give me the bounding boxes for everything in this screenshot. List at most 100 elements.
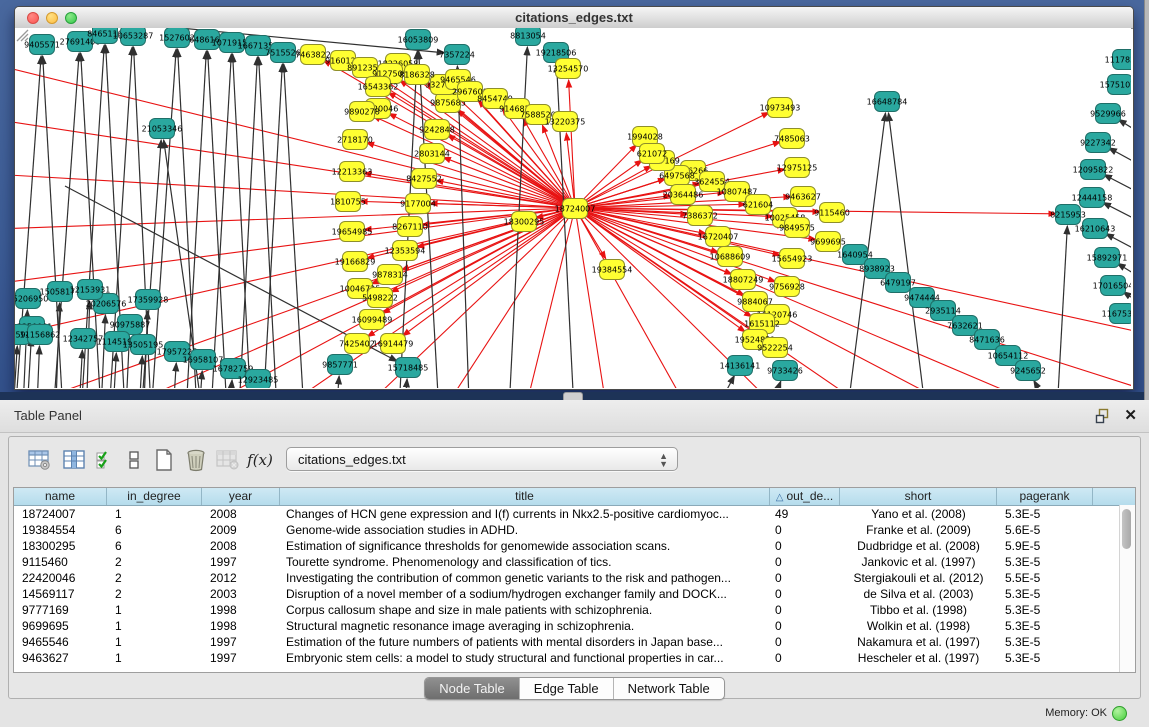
graph-node[interactable]: 9115460 bbox=[819, 202, 845, 223]
table-header-row[interactable]: namein_degreeyeartitle△out_de...shortpag… bbox=[14, 488, 1135, 506]
cell[interactable]: 5.3E-5 bbox=[997, 634, 1093, 650]
cell[interactable]: 9699695 bbox=[14, 618, 107, 634]
graph-node[interactable]: 10973493 bbox=[767, 97, 793, 118]
graph-node[interactable]: 12153931 bbox=[77, 279, 103, 300]
graph-node[interactable]: 12923485 bbox=[245, 369, 271, 388]
cell[interactable]: 5.3E-5 bbox=[997, 586, 1093, 602]
graph-node[interactable]: 9177004 bbox=[405, 193, 431, 214]
graph-node[interactable]: 7386372 bbox=[687, 205, 713, 226]
cell[interactable]: Hescheler et al. (1997) bbox=[840, 650, 997, 666]
cell[interactable]: 1 bbox=[107, 650, 202, 666]
graph-node[interactable]: 7463822 bbox=[300, 44, 326, 65]
cell[interactable]: 0 bbox=[770, 586, 840, 602]
cell[interactable]: 2009 bbox=[202, 522, 280, 538]
cell[interactable]: 5.3E-5 bbox=[997, 650, 1093, 666]
graph-node[interactable]: 12444158 bbox=[1079, 187, 1105, 208]
cell[interactable]: 1998 bbox=[202, 618, 280, 634]
cell[interactable]: Structural magnetic resonance image aver… bbox=[280, 618, 770, 634]
table-row[interactable]: 946362711997Embryonic stem cells: a mode… bbox=[14, 650, 1135, 666]
cell[interactable]: 49 bbox=[770, 506, 840, 522]
graph-node[interactable]: 10653287 bbox=[120, 28, 146, 46]
cell[interactable]: 1997 bbox=[202, 634, 280, 650]
cell[interactable]: 0 bbox=[770, 554, 840, 570]
graph-node[interactable]: 16914479 bbox=[380, 333, 406, 354]
tab-edge-table[interactable]: Edge Table bbox=[520, 678, 614, 699]
network-window-titlebar[interactable]: citations_edges.txt bbox=[15, 7, 1133, 29]
cell[interactable]: Embryonic stem cells: a model to study s… bbox=[280, 650, 770, 666]
graph-node[interactable]: 9699695 bbox=[815, 231, 841, 252]
cell[interactable]: 1 bbox=[107, 602, 202, 618]
table-selector-dropdown[interactable]: citations_edges.txt ▲▼ bbox=[286, 447, 678, 471]
delete-table-button[interactable] bbox=[213, 445, 243, 475]
show-columns-button[interactable] bbox=[59, 445, 89, 475]
cell[interactable]: Estimation of the future numbers of pati… bbox=[280, 634, 770, 650]
cell[interactable]: Genome-wide association studies in ADHD. bbox=[280, 522, 770, 538]
graph-node[interactable]: 13220375 bbox=[552, 111, 578, 132]
cell[interactable]: Stergiakouli et al. (2012) bbox=[840, 570, 997, 586]
network-canvas[interactable]: 9405571276914068465110106532871527602648… bbox=[15, 28, 1131, 388]
table-scrollbar-thumb[interactable] bbox=[1122, 509, 1131, 549]
graph-node[interactable]: 19384554 bbox=[599, 259, 625, 280]
graph-node[interactable]: 12353594 bbox=[392, 240, 418, 261]
graph-node[interactable]: 11156862 bbox=[27, 324, 53, 345]
panel-divider-handle[interactable] bbox=[563, 392, 583, 400]
cell[interactable]: 9463627 bbox=[14, 650, 107, 666]
cell[interactable]: 5.9E-5 bbox=[997, 538, 1093, 554]
graph-node[interactable]: 18300295 bbox=[511, 211, 537, 232]
cell[interactable]: 0 bbox=[770, 570, 840, 586]
graph-node[interactable]: 621604 bbox=[745, 194, 771, 215]
graph-node[interactable]: 10688609 bbox=[717, 246, 743, 267]
cell[interactable]: Investigating the contribution of common… bbox=[280, 570, 770, 586]
graph-node[interactable]: 9756928 bbox=[774, 276, 800, 297]
cell[interactable]: Estimation of significance thresholds fo… bbox=[280, 538, 770, 554]
graph-node[interactable]: 12975125 bbox=[784, 157, 810, 178]
table-scrollbar[interactable] bbox=[1119, 505, 1135, 672]
cell[interactable]: 22420046 bbox=[14, 570, 107, 586]
graph-node[interactable]: 14136141 bbox=[727, 355, 753, 376]
graph-node[interactable]: 16099489 bbox=[359, 309, 385, 330]
cell[interactable]: 0 bbox=[770, 650, 840, 666]
graph-node[interactable]: 16648784 bbox=[874, 91, 900, 112]
table-row[interactable]: 969969511998Structural magnetic resonanc… bbox=[14, 618, 1135, 634]
graph-node[interactable]: 17359928 bbox=[135, 289, 161, 310]
cell[interactable]: 1998 bbox=[202, 602, 280, 618]
tab-node-table[interactable]: Node Table bbox=[425, 678, 520, 699]
cell[interactable]: 0 bbox=[770, 618, 840, 634]
cell[interactable]: 5.5E-5 bbox=[997, 570, 1093, 586]
table-row[interactable]: 1872400712008Changes of HCN gene express… bbox=[14, 506, 1135, 522]
graph-node[interactable]: 7515526 bbox=[270, 42, 296, 63]
graph-node[interactable]: 16543362 bbox=[365, 76, 391, 97]
cell[interactable]: 9465546 bbox=[14, 634, 107, 650]
cell[interactable]: 1997 bbox=[202, 650, 280, 666]
column-header-name[interactable]: name bbox=[14, 488, 107, 505]
cell[interactable]: 5.3E-5 bbox=[997, 554, 1093, 570]
float-panel-button[interactable] bbox=[1095, 408, 1111, 424]
cell[interactable]: 18724007 bbox=[14, 506, 107, 522]
column-header-pagerank[interactable]: pagerank bbox=[997, 488, 1093, 505]
close-panel-button[interactable]: ✕ bbox=[1124, 406, 1137, 424]
column-header-title[interactable]: title bbox=[280, 488, 770, 505]
cell[interactable]: 0 bbox=[770, 602, 840, 618]
cell[interactable]: Yano et al. (2008) bbox=[840, 506, 997, 522]
graph-node[interactable]: 5498222 bbox=[367, 287, 393, 308]
graph-node[interactable]: 8267110 bbox=[397, 216, 423, 237]
cell[interactable]: 2 bbox=[107, 586, 202, 602]
column-header-out_de[interactable]: △out_de... bbox=[770, 488, 840, 505]
graph-node[interactable]: 9463627 bbox=[790, 186, 816, 207]
row-height-button[interactable] bbox=[119, 445, 149, 475]
cell[interactable]: 2 bbox=[107, 570, 202, 586]
graph-node[interactable]: 19654985 bbox=[339, 221, 365, 242]
graph-node[interactable]: 8427552 bbox=[411, 168, 437, 189]
cell[interactable]: 2003 bbox=[202, 586, 280, 602]
graph-node[interactable]: 8215953 bbox=[1055, 204, 1081, 225]
graph-node[interactable]: 19166829 bbox=[342, 251, 368, 272]
graph-node[interactable]: 9529966 bbox=[1095, 103, 1121, 124]
cell[interactable]: 0 bbox=[770, 522, 840, 538]
graph-node[interactable]: 8813054 bbox=[515, 28, 541, 46]
cell[interactable]: 2012 bbox=[202, 570, 280, 586]
graph-node[interactable]: 18724007 bbox=[562, 198, 588, 219]
cell[interactable]: Corpus callosum shape and size in male p… bbox=[280, 602, 770, 618]
table-row[interactable]: 1938455462009Genome-wide association stu… bbox=[14, 522, 1135, 538]
graph-node[interactable]: 16210643 bbox=[1082, 218, 1108, 239]
graph-node[interactable]: 9245652 bbox=[1015, 360, 1041, 381]
